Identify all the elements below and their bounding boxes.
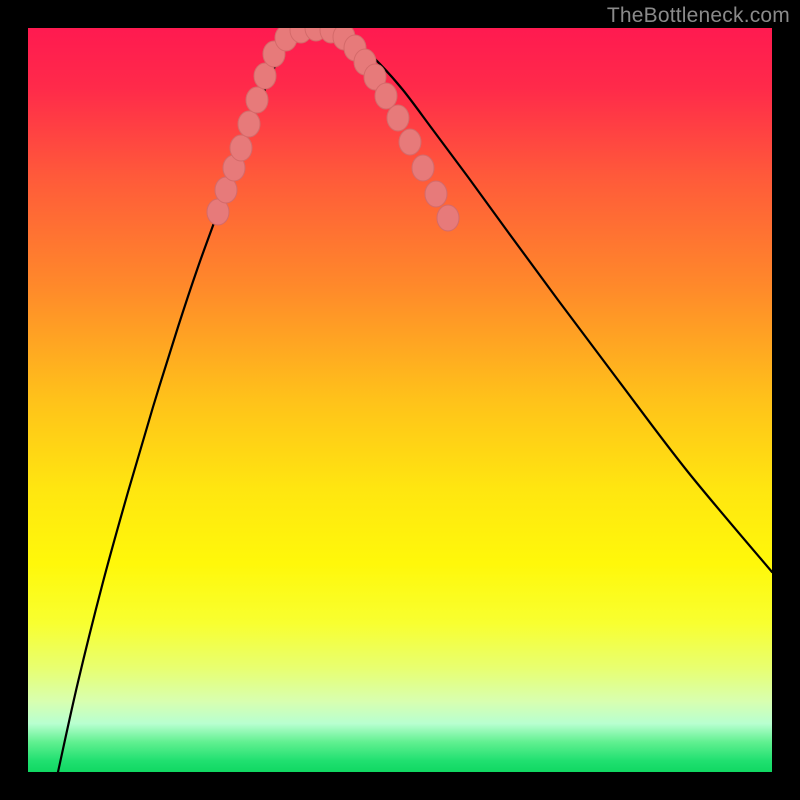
data-dot — [375, 83, 397, 109]
data-dot — [387, 105, 409, 131]
watermark-text: TheBottleneck.com — [607, 4, 790, 28]
data-dots — [207, 28, 459, 231]
data-dot — [425, 181, 447, 207]
data-dot — [399, 129, 421, 155]
data-dot — [437, 205, 459, 231]
data-dot — [238, 111, 260, 137]
plot-area — [28, 28, 772, 772]
chart-svg — [28, 28, 772, 772]
outer-frame: TheBottleneck.com — [0, 0, 800, 800]
data-dot — [412, 155, 434, 181]
data-dot — [230, 135, 252, 161]
data-dot — [246, 87, 268, 113]
